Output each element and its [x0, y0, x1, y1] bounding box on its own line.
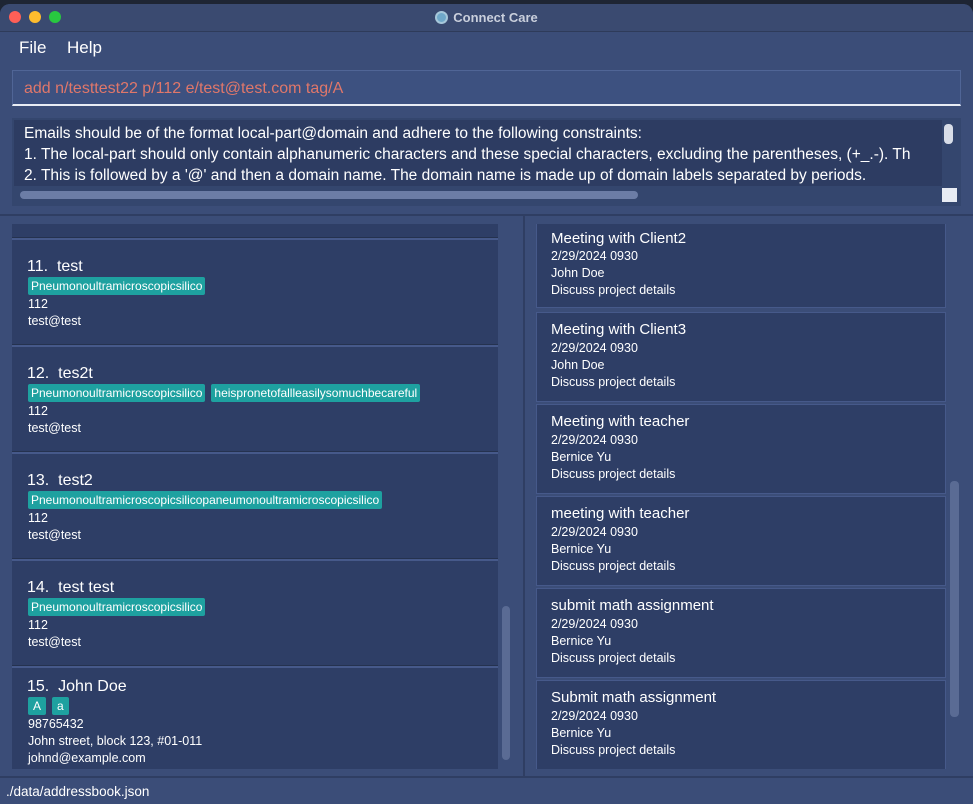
tag-list: Pneumonoultramicroscopicsilico heispronet…: [28, 384, 426, 402]
person-name: 13. test2: [27, 472, 93, 489]
person-card-partial[interactable]: [12, 224, 498, 238]
tag-list: Pneumonoultramicroscopicsilico: [28, 598, 211, 616]
meeting-datetime: 2/29/2024 0930: [551, 433, 638, 447]
person-name: 11. test: [27, 258, 83, 275]
person-card[interactable]: 12. tes2t Pneumonoultramicroscopicsilico…: [12, 345, 498, 452]
meeting-agenda: Discuss project details: [551, 375, 676, 389]
meeting-card[interactable]: submit math assignment 2/29/2024 0930 Be…: [536, 588, 946, 678]
title-bar: Connect Care: [0, 4, 973, 32]
person-name: 15. John Doe: [27, 678, 127, 695]
result-text-area[interactable]: Emails should be of the format local-par…: [14, 120, 942, 186]
person-phone: 112: [28, 511, 48, 525]
tag: Pneumonoultramicroscopicsilico: [28, 384, 206, 402]
meeting-attendee: Bernice Yu: [551, 450, 612, 464]
result-line: 1. The local-part should only contain al…: [24, 146, 911, 163]
scroll-corner: [942, 188, 957, 202]
meeting-attendee: Bernice Yu: [551, 726, 612, 740]
tag: A: [28, 697, 47, 715]
command-input-text: add n/testtest22 p/112 e/test@test.com t…: [24, 80, 344, 97]
meeting-card[interactable]: Submit math assignment 2/29/2024 0930 Be…: [536, 680, 946, 769]
tag: a: [52, 697, 69, 715]
person-phone: 98765432: [28, 717, 84, 731]
meeting-card[interactable]: Meeting with Client2 2/29/2024 0930 John…: [536, 224, 946, 308]
status-bar-path: ./data/addressbook.json: [6, 784, 150, 799]
split-divider[interactable]: [0, 214, 973, 216]
meeting-attendee: John Doe: [551, 266, 605, 280]
meeting-agenda: Discuss project details: [551, 743, 676, 757]
meeting-agenda: Discuss project details: [551, 559, 676, 573]
meeting-datetime: 2/29/2024 0930: [551, 617, 638, 631]
result-display: Emails should be of the format local-par…: [12, 118, 961, 206]
tag: Pneumonoultramicroscopicsilico: [28, 277, 206, 295]
meeting-attendee: John Doe: [551, 358, 605, 372]
person-card[interactable]: 13. test2 Pneumonoultramicroscopicsilico…: [12, 452, 498, 559]
status-divider: [0, 776, 973, 778]
meeting-agenda: Discuss project details: [551, 651, 676, 665]
tag-list: Aa: [28, 697, 75, 715]
person-phone: 112: [28, 404, 48, 418]
tag: heispronetofallleasilysomuchbecareful: [211, 384, 421, 402]
meeting-title: Submit math assignment: [551, 689, 717, 706]
meeting-title: Meeting with Client3: [551, 321, 687, 338]
person-email: johnd@example.com: [28, 751, 146, 765]
window-title-text: Connect Care: [453, 10, 538, 25]
person-card[interactable]: 15. John Doe Aa 98765432 John street, bl…: [12, 666, 498, 769]
meeting-attendee: Bernice Yu: [551, 634, 612, 648]
pane-divider[interactable]: [523, 216, 525, 778]
person-email: test@test: [28, 528, 81, 542]
meeting-datetime: 2/29/2024 0930: [551, 709, 638, 723]
tag-list: Pneumonoultramicroscopicsilicopaneumonou…: [28, 491, 388, 509]
person-address: John street, block 123, #01-011: [28, 734, 203, 748]
person-card[interactable]: 11. test Pneumonoultramicroscopicsilico …: [12, 238, 498, 345]
meeting-datetime: 2/29/2024 0930: [551, 249, 638, 263]
menu-bar: File Help: [0, 33, 973, 63]
meeting-title: Meeting with Client2: [551, 230, 687, 247]
person-name: 12. tes2t: [27, 365, 93, 382]
result-line: 2. This is followed by a '@' and then a …: [24, 167, 867, 184]
app-logo-icon: [435, 11, 449, 24]
meeting-list[interactable]: Meeting with Client2 2/29/2024 0930 John…: [536, 224, 946, 769]
menu-file[interactable]: File: [19, 38, 46, 58]
meeting-agenda: Discuss project details: [551, 467, 676, 481]
tag-list: Pneumonoultramicroscopicsilico: [28, 277, 211, 295]
meeting-list-scrollbar[interactable]: [950, 481, 959, 717]
person-phone: 112: [28, 618, 48, 632]
result-line: Emails should be of the format local-par…: [24, 125, 642, 142]
command-input[interactable]: add n/testtest22 p/112 e/test@test.com t…: [12, 70, 961, 106]
meeting-datetime: 2/29/2024 0930: [551, 341, 638, 355]
meeting-title: meeting with teacher: [551, 505, 690, 522]
person-list[interactable]: 11. test Pneumonoultramicroscopicsilico …: [12, 224, 498, 769]
tag: Pneumonoultramicroscopicsilicopaneumonou…: [28, 491, 383, 509]
meeting-card[interactable]: Meeting with teacher 2/29/2024 0930 Bern…: [536, 404, 946, 494]
meeting-title: Meeting with teacher: [551, 413, 690, 430]
person-list-scrollbar[interactable]: [502, 606, 510, 760]
result-horizontal-scroll-thumb[interactable]: [20, 191, 638, 199]
result-horizontal-scrollbar[interactable]: [14, 188, 942, 200]
meeting-datetime: 2/29/2024 0930: [551, 525, 638, 539]
menu-help[interactable]: Help: [67, 38, 102, 58]
meeting-card[interactable]: Meeting with Client3 2/29/2024 0930 John…: [536, 312, 946, 402]
app-window: Connect Care File Help add n/testtest22 …: [0, 4, 973, 804]
person-phone: 112: [28, 297, 48, 311]
meeting-card[interactable]: meeting with teacher 2/29/2024 0930 Bern…: [536, 496, 946, 586]
person-name: 14. test test: [27, 579, 115, 596]
person-email: test@test: [28, 421, 81, 435]
tag: Pneumonoultramicroscopicsilico: [28, 598, 206, 616]
person-email: test@test: [28, 314, 81, 328]
meeting-title: submit math assignment: [551, 597, 714, 614]
person-card[interactable]: 14. test test Pneumonoultramicroscopicsi…: [12, 559, 498, 666]
meeting-attendee: Bernice Yu: [551, 542, 612, 556]
meeting-agenda: Discuss project details: [551, 283, 676, 297]
result-vertical-scrollbar[interactable]: [944, 124, 953, 144]
window-title: Connect Care: [0, 10, 973, 25]
person-email: test@test: [28, 635, 81, 649]
